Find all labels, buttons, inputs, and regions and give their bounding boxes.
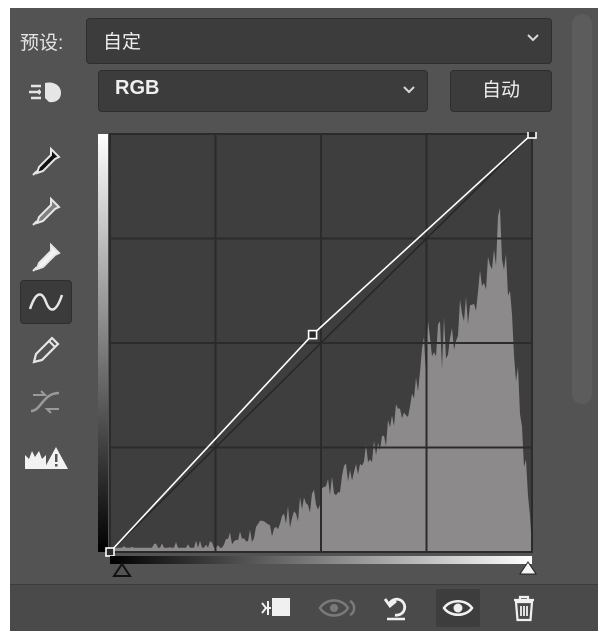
preset-select[interactable]: 自定 (86, 18, 552, 64)
delete-button[interactable] (502, 589, 546, 627)
preset-value: 自定 (103, 32, 142, 53)
white-point-eyedropper-icon (32, 242, 61, 272)
clip-to-layer-button[interactable] (254, 589, 298, 627)
curve-control-point[interactable] (527, 129, 537, 139)
delete-icon (514, 595, 534, 622)
curve-edit-points-tool[interactable] (20, 280, 72, 324)
output-gradient-bar (98, 134, 108, 552)
clip-to-layer-icon (261, 598, 290, 616)
reset-icon (383, 597, 407, 621)
chevron-down-icon (527, 34, 539, 42)
clipping-warning-tool[interactable] (20, 436, 72, 480)
curve-control-point[interactable] (105, 547, 115, 557)
white-point-eyedropper[interactable] (20, 236, 72, 280)
preset-label: 预设: (20, 33, 64, 54)
input-gradient-bar (110, 556, 532, 564)
bottom-toolbar (10, 584, 598, 631)
black-input-slider[interactable] (112, 562, 132, 577)
smooth-curve-tool[interactable] (20, 380, 72, 424)
curves-properties-panel: 预设: 自定 RGB 自动 (10, 8, 598, 631)
view-previous-state-icon (318, 599, 356, 617)
clipping-warning-icon (25, 447, 68, 469)
channel-value: RGB (115, 77, 160, 99)
reset-button[interactable] (374, 589, 418, 627)
curve-control-point[interactable] (307, 329, 318, 340)
smooth-curve-icon (30, 390, 60, 414)
panel-scrollbar[interactable] (572, 14, 592, 404)
pencil-draw-icon (32, 336, 60, 364)
black-point-eyedropper[interactable] (20, 140, 72, 184)
chevron-down-icon (403, 86, 415, 94)
toggle-visibility-button[interactable] (436, 589, 480, 627)
curve-edit-points-icon (28, 293, 64, 311)
pencil-draw-tool[interactable] (20, 328, 72, 372)
channel-select[interactable]: RGB (98, 70, 428, 112)
toggle-visibility-icon (442, 600, 474, 616)
on-image-adjust-tool[interactable] (20, 70, 72, 114)
auto-button[interactable]: 自动 (450, 70, 552, 112)
gray-point-eyedropper[interactable] (20, 190, 72, 234)
black-point-eyedropper-icon (32, 146, 61, 176)
on-image-adjust-icon (29, 82, 61, 103)
curves-graph-area[interactable] (98, 129, 544, 587)
gray-point-eyedropper-icon (32, 196, 61, 226)
view-previous-state-button[interactable] (316, 589, 360, 627)
curves-graph[interactable] (98, 129, 544, 582)
